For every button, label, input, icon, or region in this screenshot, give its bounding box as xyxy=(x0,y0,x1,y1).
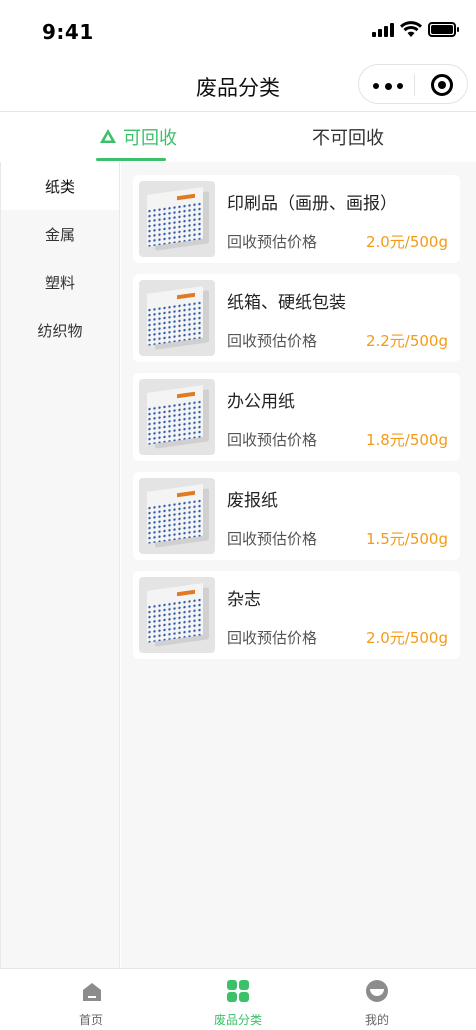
home-icon xyxy=(83,983,101,1001)
tab-recyclable[interactable]: 可回收 xyxy=(40,112,236,162)
more-icon[interactable] xyxy=(373,82,403,90)
sidebar-item-textile[interactable]: 纺织物 xyxy=(1,306,119,354)
price-label: 回收预估价格 xyxy=(227,332,318,350)
item-name: 纸箱、硬纸包装 xyxy=(227,293,346,313)
list-item[interactable]: 纸箱、硬纸包装 回收预估价格 2.2元/500g xyxy=(133,274,460,362)
price-label: 回收预估价格 xyxy=(227,530,318,548)
item-name: 废报纸 xyxy=(227,491,278,511)
price-value: 1.8元/500g xyxy=(365,431,448,449)
tabbar-category[interactable]: 废品分类 xyxy=(178,969,298,1030)
item-thumbnail xyxy=(139,379,215,455)
tab-non-recyclable[interactable]: 不可回收 xyxy=(250,112,446,162)
price-label: 回收预估价格 xyxy=(227,233,318,251)
battery-icon xyxy=(428,22,459,37)
item-name: 办公用纸 xyxy=(227,392,295,412)
signal-icon xyxy=(372,23,394,37)
item-name: 印刷品（画册、画报） xyxy=(227,194,397,214)
list-item[interactable]: 杂志 回收预估价格 2.0元/500g xyxy=(133,571,460,659)
grid-icon xyxy=(227,980,249,1002)
status-bar: 9:41 xyxy=(0,0,476,62)
tab-non-recyclable-label: 不可回收 xyxy=(312,128,384,149)
list-item[interactable]: 印刷品（画册、画报） 回收预估价格 2.0元/500g xyxy=(133,175,460,263)
status-time: 9:41 xyxy=(42,20,94,44)
price-value: 2.2元/500g xyxy=(365,332,448,350)
price-value: 2.0元/500g xyxy=(365,629,448,647)
mini-program-capsule xyxy=(358,64,468,104)
bottom-tab-bar: 首页 废品分类 我的 xyxy=(0,968,476,1030)
item-thumbnail xyxy=(139,181,215,257)
price-label: 回收预估价格 xyxy=(227,431,318,449)
tab-recyclable-label: 可回收 xyxy=(123,128,177,149)
close-mini-program-icon[interactable] xyxy=(431,74,453,96)
item-thumbnail xyxy=(139,577,215,653)
price-label: 回收预估价格 xyxy=(227,629,318,647)
tab-active-indicator xyxy=(96,158,166,161)
sidebar-item-paper[interactable]: 纸类 xyxy=(1,162,119,210)
list-item[interactable]: 办公用纸 回收预估价格 1.8元/500g xyxy=(133,373,460,461)
price-value: 1.5元/500g xyxy=(365,530,448,548)
item-thumbnail xyxy=(139,280,215,356)
sidebar-item-label: 纸类 xyxy=(44,177,75,196)
list-item[interactable]: 废报纸 回收预估价格 1.5元/500g xyxy=(133,472,460,560)
item-thumbnail xyxy=(139,478,215,554)
price-value: 2.0元/500g xyxy=(365,233,448,251)
sidebar-item-metal[interactable]: 金属 xyxy=(1,210,119,258)
profile-icon xyxy=(366,980,388,1002)
wifi-icon xyxy=(400,21,422,37)
item-name: 杂志 xyxy=(227,590,261,610)
nav-bar: 废品分类 xyxy=(0,62,476,112)
tabbar-category-label: 废品分类 xyxy=(213,1013,262,1027)
sidebar-item-label: 金属 xyxy=(44,225,75,244)
recycle-icon xyxy=(100,129,116,143)
sidebar: 纸类 金属 塑料 纺织物 xyxy=(0,162,120,968)
sidebar-item-label: 塑料 xyxy=(44,273,75,292)
tabbar-mine[interactable]: 我的 xyxy=(317,969,437,1030)
tabbar-mine-label: 我的 xyxy=(364,1013,389,1027)
tabbar-home-label: 首页 xyxy=(78,1013,103,1027)
category-tabs: 可回收 不可回收 xyxy=(0,112,476,162)
capsule-divider xyxy=(414,74,415,96)
tabbar-home[interactable]: 首页 xyxy=(31,969,151,1030)
item-list: 印刷品（画册、画报） 回收预估价格 2.0元/500g 纸箱、硬纸包装 回收预估… xyxy=(121,162,476,968)
sidebar-item-plastic[interactable]: 塑料 xyxy=(1,258,119,306)
sidebar-item-label: 纺织物 xyxy=(37,321,83,340)
